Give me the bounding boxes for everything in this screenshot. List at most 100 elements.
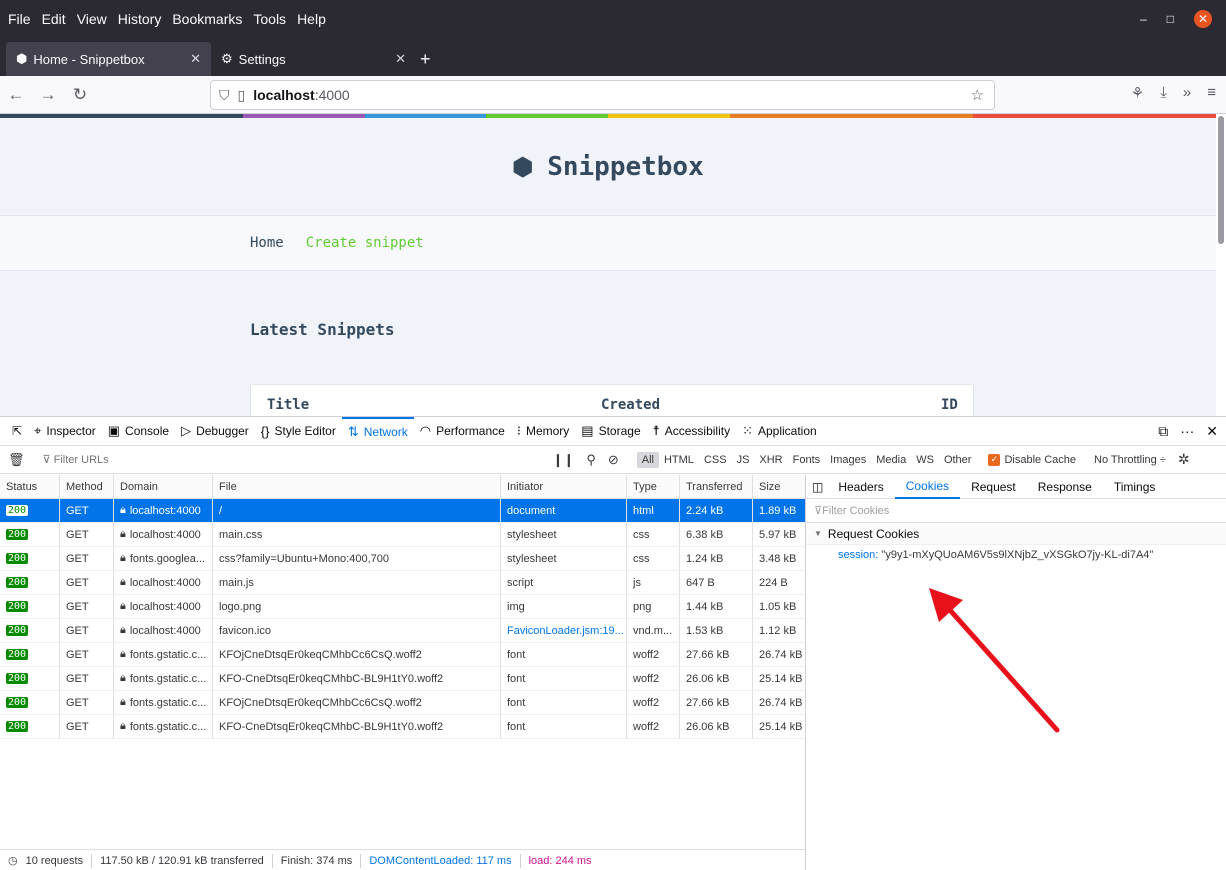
- nav-home-link[interactable]: Home: [250, 235, 284, 251]
- filter-other[interactable]: Other: [939, 452, 977, 468]
- maximize-icon[interactable]: □: [1167, 12, 1174, 26]
- pause-icon[interactable]: ❙❙: [553, 452, 575, 468]
- col-status[interactable]: Status: [0, 475, 60, 498]
- col-transferred[interactable]: Transferred: [680, 475, 753, 498]
- close-tab-icon[interactable]: ✕: [190, 51, 201, 67]
- type-cell: css: [627, 523, 680, 546]
- tab-memory[interactable]: ⁝ Memory: [511, 417, 575, 446]
- tab-application[interactable]: ⁙ Application: [736, 417, 823, 446]
- new-tab-button[interactable]: +: [420, 42, 431, 76]
- tab-response[interactable]: Response: [1027, 475, 1103, 499]
- overflow-chevron-icon[interactable]: »: [1183, 84, 1191, 102]
- bookmark-star-icon[interactable]: ☆: [971, 86, 984, 104]
- filter-js[interactable]: JS: [732, 452, 755, 468]
- tab-style-editor[interactable]: {} Style Editor: [255, 417, 342, 446]
- tab-console[interactable]: ▣ Console: [102, 417, 175, 446]
- tab-debugger[interactable]: ▷ Debugger: [175, 417, 255, 446]
- col-file[interactable]: File: [213, 475, 501, 498]
- reload-icon[interactable]: ↻: [64, 85, 96, 105]
- tab-cookies[interactable]: Cookies: [894, 475, 961, 499]
- table-row[interactable]: 200 GET 🔒︎ fonts.googlea... css?family=Ubunt…: [0, 547, 805, 571]
- tab-inspector[interactable]: ⌖ Inspector: [28, 417, 102, 446]
- cookie-entry[interactable]: session: "y9y1-mXyQUoAM6V5s9lXNjbZ_vXSGk…: [806, 545, 1226, 561]
- status-badge: 200: [6, 601, 29, 612]
- tab-timings[interactable]: Timings: [1103, 475, 1167, 499]
- filter-xhr[interactable]: XHR: [754, 452, 787, 468]
- pick-element-icon[interactable]: ⇱: [6, 417, 28, 446]
- tab-network[interactable]: ⇅ Network: [341, 416, 414, 446]
- filter-images[interactable]: Images: [825, 452, 871, 468]
- transferred-cell: 26.06 kB: [680, 667, 753, 690]
- table-row[interactable]: 200 GET 🔒︎ fonts.gstatic.c... KFOjCneDtsqEr0…: [0, 691, 805, 715]
- request-cookies-section[interactable]: ▼ Request Cookies: [806, 523, 1226, 545]
- snippetbox-icon: ⬢: [16, 51, 28, 66]
- menu-help[interactable]: Help: [297, 11, 326, 27]
- type-cell: woff2: [627, 715, 680, 738]
- filter-urls-input[interactable]: ⊽ Filter URLs: [43, 453, 443, 466]
- disable-cache-checkbox[interactable]: ✓ Disable Cache: [988, 453, 1076, 466]
- filter-html[interactable]: HTML: [659, 452, 699, 468]
- toggle-panel-icon[interactable]: ◫: [806, 480, 827, 494]
- page-scrollbar[interactable]: [1218, 116, 1224, 244]
- tab-label: Performance: [436, 424, 505, 438]
- timer-icon[interactable]: ◷: [8, 854, 18, 867]
- table-row[interactable]: 200 GET 🔒︎ fonts.gstatic.c... KFO-CneDtsqEr0…: [0, 667, 805, 691]
- menu-view[interactable]: View: [77, 11, 107, 27]
- site-brand[interactable]: Snippetbox: [547, 152, 704, 182]
- close-devtools-icon[interactable]: ✕: [1206, 423, 1218, 440]
- menu-edit[interactable]: Edit: [42, 11, 66, 27]
- status-cell: 200: [0, 715, 60, 738]
- back-icon[interactable]: ←: [0, 85, 32, 105]
- tab-accessibility[interactable]: ☨ Accessibility: [647, 417, 736, 446]
- cookie-value: "y9y1-mXyQUoAM6V5s9lXNjbZ_vXSGkO7jy-KL-d…: [881, 549, 1154, 561]
- filter-css[interactable]: CSS: [699, 452, 732, 468]
- initiator-cell[interactable]: FaviconLoader.jsm:19...: [501, 619, 627, 642]
- more-options-icon[interactable]: ···: [1180, 423, 1194, 440]
- tab-settings[interactable]: ⚙ Settings ✕: [211, 42, 416, 76]
- table-row[interactable]: 200 GET 🔒︎ fonts.gstatic.c... KFO-CneDtsqEr0…: [0, 715, 805, 739]
- block-icon[interactable]: ⊘: [608, 452, 619, 468]
- tab-request[interactable]: Request: [960, 475, 1027, 499]
- minimize-icon[interactable]: –: [1140, 12, 1147, 26]
- table-row[interactable]: 200 GET 🔒︎ localhost:4000/document html 2.24 …: [0, 499, 805, 523]
- hamburger-menu-icon[interactable]: ≡: [1207, 84, 1216, 102]
- forward-icon[interactable]: →: [32, 85, 64, 105]
- col-size[interactable]: Size: [753, 475, 805, 498]
- col-type[interactable]: Type: [627, 475, 680, 498]
- extensions-icon[interactable]: ⚘: [1131, 84, 1144, 102]
- throttling-select[interactable]: No Throttling ÷: [1094, 454, 1166, 466]
- filter-ws[interactable]: WS: [911, 452, 939, 468]
- shield-icon[interactable]: ⛉: [219, 87, 230, 104]
- filter-fonts[interactable]: Fonts: [788, 452, 826, 468]
- menu-file[interactable]: File: [8, 11, 31, 27]
- download-icon[interactable]: ⤓: [1160, 84, 1167, 102]
- url-bar[interactable]: ⛉ ▯ localhost:4000 ☆: [210, 80, 995, 110]
- table-row[interactable]: 200 GET 🔒︎ localhost:4000 favicon.ico Favicon…: [0, 619, 805, 643]
- trash-icon[interactable]: 🗑: [8, 452, 25, 468]
- menu-tools[interactable]: Tools: [253, 11, 286, 27]
- tab-headers[interactable]: Headers: [827, 475, 894, 499]
- table-row[interactable]: 200 GET 🔒︎ localhost:4000 main.css stylesheet…: [0, 523, 805, 547]
- col-initiator[interactable]: Initiator: [501, 475, 627, 498]
- nav-create-link[interactable]: Create snippet: [306, 235, 424, 251]
- table-row[interactable]: 200 GET 🔒︎ fonts.gstatic.c... KFOjCneDtsqEr0…: [0, 643, 805, 667]
- close-window-icon[interactable]: ✕: [1194, 10, 1212, 28]
- tab-performance[interactable]: ◠ Performance: [414, 417, 511, 446]
- close-tab-icon[interactable]: ✕: [395, 51, 406, 67]
- search-icon[interactable]: ⚲: [586, 452, 596, 468]
- menu-history[interactable]: History: [118, 11, 162, 27]
- filter-all[interactable]: All: [636, 451, 659, 468]
- filter-cookies-input[interactable]: ⊽ Filter Cookies: [806, 499, 1226, 523]
- dock-icon[interactable]: ⧉: [1158, 423, 1168, 440]
- col-domain[interactable]: Domain: [114, 475, 213, 498]
- col-method[interactable]: Method: [60, 475, 114, 498]
- menu-bookmarks[interactable]: Bookmarks: [172, 11, 242, 27]
- settings-gear-icon[interactable]: ✲: [1178, 451, 1190, 468]
- tab-storage[interactable]: ▤ Storage: [575, 417, 646, 446]
- method-cell: GET: [60, 499, 114, 522]
- tab-label: Inspector: [46, 424, 96, 438]
- table-row[interactable]: 200 GET 🔒︎ localhost:4000 main.js script js 647…: [0, 571, 805, 595]
- tab-snippetbox[interactable]: ⬢ Home - Snippetbox ✕: [6, 42, 211, 76]
- filter-media[interactable]: Media: [871, 452, 911, 468]
- table-row[interactable]: 200 GET 🔒︎ localhost:4000 logo.png img png 1.44…: [0, 595, 805, 619]
